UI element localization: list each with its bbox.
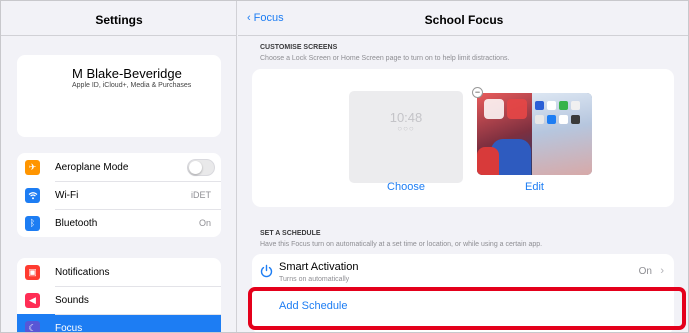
home-screen-preview[interactable] <box>477 93 592 175</box>
wifi-icon <box>25 187 40 203</box>
wifi-network-value: iDET <box>191 190 211 200</box>
sidebar-item-label: Aeroplane Mode <box>55 161 129 173</box>
divider <box>1 35 237 36</box>
divider <box>238 35 688 36</box>
set-schedule-footer: Have this Focus turn on automatically at… <box>260 241 543 248</box>
app-icon <box>535 115 544 124</box>
page-title: School Focus <box>424 13 504 27</box>
bluetooth-status-value: On <box>198 218 211 228</box>
wallpaper-image <box>477 147 499 175</box>
apple-id-card[interactable]: M Blake-Beveridge Apple ID, iCloud+, Med… <box>17 55 221 137</box>
sidebar-item-aeroplane-mode[interactable]: ✈ Aeroplane Mode <box>17 153 221 181</box>
sidebar-item-notifications[interactable]: ▣ Notifications <box>17 258 221 286</box>
sidebar-title: Settings <box>95 13 143 27</box>
sidebar-item-label: Notifications <box>55 266 110 278</box>
chevron-right-icon: › <box>660 265 664 277</box>
power-icon <box>260 264 273 281</box>
app-icon <box>547 115 556 124</box>
smart-activation-row[interactable]: Smart Activation Turns on automatically … <box>252 254 674 290</box>
app-icon <box>547 101 556 110</box>
airplane-icon: ✈ <box>25 159 40 175</box>
lock-screen-preview[interactable]: 10:48 ○○○ <box>349 91 463 183</box>
customise-screens-footer: Choose a Lock Screen or Home Screen page… <box>260 55 510 62</box>
sidebar-item-focus[interactable]: ☾ Focus <box>17 314 221 333</box>
smart-activation-title: Smart Activation <box>279 261 359 273</box>
notifications-icon: ▣ <box>25 264 40 280</box>
aeroplane-mode-toggle[interactable] <box>187 158 215 176</box>
customise-screens-card: 10:48 ○○○ Choose − Edit <box>252 69 674 207</box>
connectivity-group: ✈ Aeroplane Mode Wi-Fi iDET ᛒ Bluetooth … <box>17 153 221 237</box>
app-icon <box>571 101 580 110</box>
sounds-icon: ◀ <box>25 292 40 308</box>
lock-screen-time: 10:48 <box>389 110 423 125</box>
sidebar-item-label: Bluetooth <box>55 217 98 229</box>
ipad-screen: Settings M Blake-Beveridge Apple ID, iCl… <box>0 0 689 333</box>
sidebar-item-label: Wi-Fi <box>55 189 79 201</box>
app-icon <box>535 101 544 110</box>
lock-screen-widgets: ○○○ <box>397 124 415 133</box>
profile-name: M Blake-Beveridge <box>72 66 182 81</box>
sidebar-item-wifi[interactable]: Wi-Fi iDET <box>17 181 221 209</box>
bluetooth-icon: ᛒ <box>25 215 40 231</box>
choose-lock-screen-button[interactable]: Choose <box>349 181 463 193</box>
notifications-group: ▣ Notifications ◀ Sounds ☾ Focus <box>17 258 221 333</box>
toggle-knob <box>189 160 202 174</box>
settings-sidebar: Settings M Blake-Beveridge Apple ID, iCl… <box>1 1 237 333</box>
annotation-highlight-box <box>248 287 686 330</box>
app-icon <box>559 115 568 124</box>
sidebar-item-bluetooth[interactable]: ᛒ Bluetooth On <box>17 209 221 237</box>
smart-activation-value: On <box>638 266 652 277</box>
sidebar-item-sounds[interactable]: ◀ Sounds <box>17 286 221 314</box>
edit-home-screen-button[interactable]: Edit <box>477 181 592 193</box>
set-schedule-header: SET A SCHEDULE <box>260 230 321 237</box>
customise-screens-header: CUSTOMISE SCREENS <box>260 44 338 51</box>
sidebar-item-label: Sounds <box>55 294 89 306</box>
widget-icon <box>484 99 504 119</box>
focus-moon-icon: ☾ <box>25 320 40 332</box>
remove-page-icon[interactable]: − <box>472 87 483 98</box>
app-icon <box>559 101 568 110</box>
smart-activation-subtitle: Turns on automatically <box>279 276 350 283</box>
school-focus-panel: ‹ Focus School Focus CUSTOMISE SCREENS C… <box>238 1 688 332</box>
profile-subtitle: Apple ID, iCloud+, Media & Purchases <box>72 82 192 89</box>
widget-icon <box>507 99 527 119</box>
app-icon <box>571 115 580 124</box>
sidebar-item-label: Focus <box>55 322 83 333</box>
